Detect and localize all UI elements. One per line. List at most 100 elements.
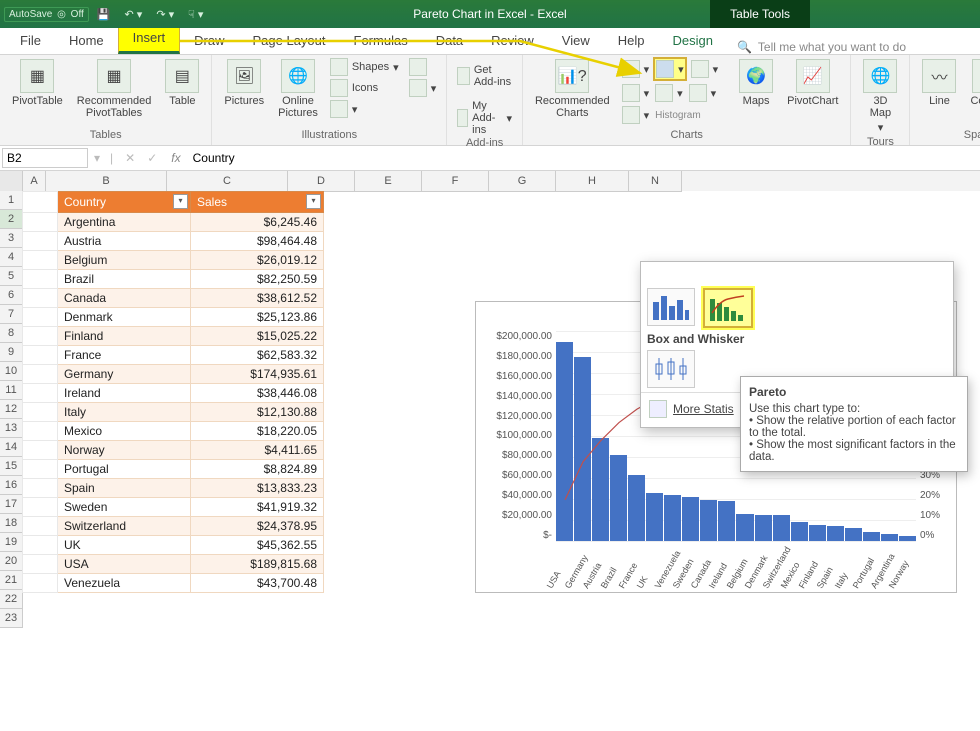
table-cell[interactable]: Portugal <box>58 460 191 479</box>
row-header-18[interactable]: 18 <box>0 514 23 533</box>
row-header-19[interactable]: 19 <box>0 533 23 552</box>
fx-icon[interactable]: fx <box>163 151 188 165</box>
shapes-button[interactable]: Shapes ▾ <box>328 57 401 77</box>
table-cell[interactable]: Denmark <box>58 308 191 327</box>
tab-design[interactable]: Design <box>659 29 727 54</box>
histogram-chart-button[interactable]: ▾ <box>653 57 687 81</box>
table-cell[interactable]: $12,130.88 <box>191 403 324 422</box>
row-header-13[interactable]: 13 <box>0 419 23 438</box>
table-cell[interactable]: Finland <box>58 327 191 346</box>
tab-review[interactable]: Review <box>477 29 548 54</box>
row-header-6[interactable]: 6 <box>0 286 23 305</box>
table-cell[interactable]: $41,919.32 <box>191 498 324 517</box>
bar-chart-button[interactable]: ▾ <box>620 57 652 81</box>
table-cell[interactable]: $174,935.61 <box>191 365 324 384</box>
table-cell[interactable]: Sweden <box>58 498 191 517</box>
redo-icon[interactable]: ↷ ▾ <box>150 6 180 23</box>
row-header-21[interactable]: 21 <box>0 571 23 590</box>
table-header[interactable]: Country▾ <box>58 192 191 213</box>
table-cell[interactable]: UK <box>58 536 191 555</box>
recommended-pivottables-button[interactable]: ▦Recommended PivotTables <box>73 57 156 121</box>
icons-button[interactable]: Icons <box>328 78 401 98</box>
row-header-3[interactable]: 3 <box>0 229 23 248</box>
row-header-20[interactable]: 20 <box>0 552 23 571</box>
row-header-10[interactable]: 10 <box>0 362 23 381</box>
3d-models-button[interactable]: ▾ <box>328 99 401 119</box>
data-table[interactable]: Country▾Sales▾Argentina$6,245.46Austria$… <box>22 191 324 593</box>
3d-map-button[interactable]: 🌐3D Map ▾ <box>859 57 901 136</box>
pictures-button[interactable]: 🖼Pictures <box>220 57 268 109</box>
table-cell[interactable]: $13,833.23 <box>191 479 324 498</box>
table-cell[interactable]: $38,612.52 <box>191 289 324 308</box>
undo-icon[interactable]: ↶ ▾ <box>119 6 149 23</box>
box-whisker-option[interactable] <box>647 350 695 388</box>
col-header-E[interactable]: E <box>355 171 422 192</box>
col-header-B[interactable]: B <box>46 171 167 192</box>
table-cell[interactable]: $43,700.48 <box>191 574 324 593</box>
table-cell[interactable]: $4,411.65 <box>191 441 324 460</box>
tab-home[interactable]: Home <box>55 29 118 54</box>
col-header-H[interactable]: H <box>556 171 629 192</box>
filter-dropdown-icon[interactable]: ▾ <box>173 194 188 209</box>
touch-mode-icon[interactable]: ☟ ▾ <box>182 6 209 23</box>
col-header-A[interactable]: A <box>23 171 46 192</box>
pareto-option[interactable] <box>703 288 753 328</box>
col-header-D[interactable]: D <box>288 171 355 192</box>
tab-help[interactable]: Help <box>604 29 659 54</box>
table-cell[interactable]: $18,220.05 <box>191 422 324 441</box>
row-header-16[interactable]: 16 <box>0 476 23 495</box>
formula-input[interactable] <box>189 149 980 167</box>
table-cell[interactable]: USA <box>58 555 191 574</box>
table-cell[interactable]: Venezuela <box>58 574 191 593</box>
cancel-icon[interactable]: ✕ <box>119 151 141 165</box>
name-box[interactable] <box>2 148 88 168</box>
tab-draw[interactable]: Draw <box>180 29 238 54</box>
worksheet[interactable]: ABCDEFGHN 123456789101112131415161718192… <box>0 171 980 731</box>
tab-data[interactable]: Data <box>422 29 477 54</box>
enter-icon[interactable]: ✓ <box>141 151 163 165</box>
table-cell[interactable]: $189,815.68 <box>191 555 324 574</box>
table-cell[interactable]: Switzerland <box>58 517 191 536</box>
tab-insert[interactable]: Insert <box>118 25 181 54</box>
table-cell[interactable]: Norway <box>58 441 191 460</box>
table-cell[interactable]: $15,025.22 <box>191 327 324 346</box>
table-cell[interactable]: Belgium <box>58 251 191 270</box>
table-cell[interactable]: France <box>58 346 191 365</box>
row-header-5[interactable]: 5 <box>0 267 23 286</box>
surface-chart-button[interactable]: ▾ <box>687 83 719 103</box>
table-cell[interactable]: $8,824.89 <box>191 460 324 479</box>
table-cell[interactable]: $62,583.32 <box>191 346 324 365</box>
table-cell[interactable]: $26,019.12 <box>191 251 324 270</box>
row-header-12[interactable]: 12 <box>0 400 23 419</box>
table-cell[interactable]: $38,446.08 <box>191 384 324 403</box>
table-header[interactable]: Sales▾ <box>191 192 324 213</box>
row-header-9[interactable]: 9 <box>0 343 23 362</box>
smartart-button[interactable] <box>407 57 439 77</box>
online-pictures-button[interactable]: 🌐Online Pictures <box>274 57 322 121</box>
save-icon[interactable]: 💾 <box>91 6 117 23</box>
table-cell[interactable]: $45,362.55 <box>191 536 324 555</box>
table-cell[interactable]: $24,378.95 <box>191 517 324 536</box>
pie-chart-button[interactable]: ▾ <box>620 105 652 125</box>
table-cell[interactable]: Italy <box>58 403 191 422</box>
autosave-toggle[interactable]: AutoSave ◎ Off <box>4 7 89 22</box>
line-chart-button[interactable]: ▾ <box>620 83 652 103</box>
recommended-charts-button[interactable]: 📊?Recommended Charts <box>531 57 614 121</box>
sparkline-line-button[interactable]: 〰Line <box>918 57 960 109</box>
tab-page-layout[interactable]: Page Layout <box>239 29 340 54</box>
histogram-option[interactable] <box>647 288 695 326</box>
sparkline-column-button[interactable]: ▮Column <box>966 57 980 109</box>
row-header-23[interactable]: 23 <box>0 609 23 628</box>
table-cell[interactable]: $82,250.59 <box>191 270 324 289</box>
row-header-22[interactable]: 22 <box>0 590 23 609</box>
table-cell[interactable]: $98,464.48 <box>191 232 324 251</box>
screenshot-button[interactable]: ▾ <box>407 78 439 98</box>
col-header-F[interactable]: F <box>422 171 489 192</box>
row-header-1[interactable]: 1 <box>0 191 23 210</box>
table-cell[interactable]: Brazil <box>58 270 191 289</box>
table-cell[interactable]: Spain <box>58 479 191 498</box>
row-header-15[interactable]: 15 <box>0 457 23 476</box>
row-header-17[interactable]: 17 <box>0 495 23 514</box>
tab-view[interactable]: View <box>548 29 604 54</box>
table-cell[interactable]: Germany <box>58 365 191 384</box>
